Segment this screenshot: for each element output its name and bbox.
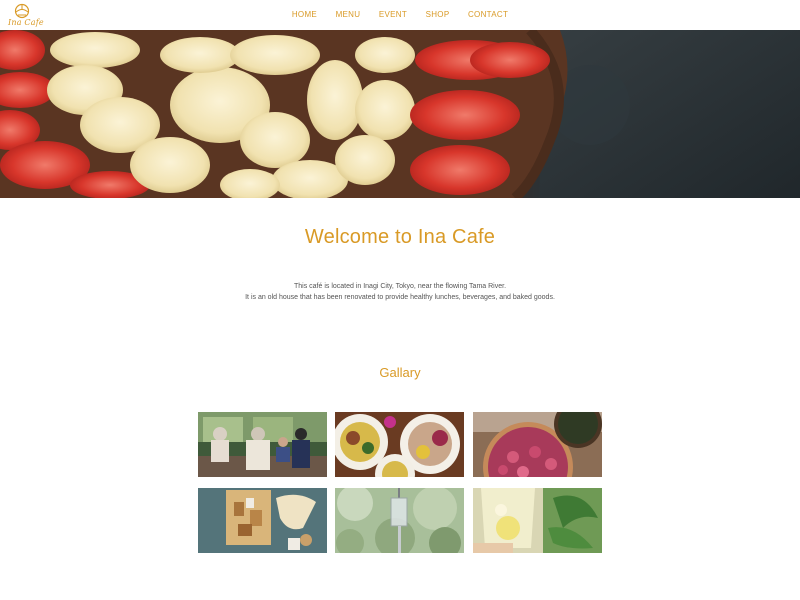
site-header: Ina Cafe HOME MENU EVENT SHOP CONTACT [0,0,800,30]
gallery-photo-1[interactable] [198,412,327,477]
gallery-photo-6[interactable] [473,488,602,553]
intro-text: This café is located in Inagi City, Toky… [0,281,800,303]
nav-shop[interactable]: SHOP [426,10,450,19]
gallery-photo-4[interactable] [198,488,327,553]
nav-home[interactable]: HOME [292,10,317,19]
hero-image [0,30,800,198]
gallery-photo-2[interactable] [335,412,464,477]
gallery-heading: Gallary [379,365,421,380]
intro-line-1: This café is located in Inagi City, Toky… [293,283,507,290]
curry-plates-photo-icon [335,412,464,477]
pink-tart-photo-icon [473,412,602,477]
intro-line-2: It is an old house that has been renovat… [245,294,555,301]
baked-goods-photo-icon [198,488,327,553]
tart-photo-icon [0,30,800,198]
lemon-drink-photo-icon [473,488,602,553]
lantern-garden-photo-icon [335,488,464,553]
nav-contact[interactable]: CONTACT [468,10,508,19]
people-at-table-photo-icon [198,412,327,477]
nav-event[interactable]: EVENT [379,10,407,19]
nav-menu[interactable]: MENU [336,10,361,19]
gallery-photo-3[interactable] [473,412,602,477]
main-nav: HOME MENU EVENT SHOP CONTACT [0,10,800,19]
logo-text: Ina Cafe [8,18,44,27]
welcome-heading: Welcome to Ina Cafe [304,226,496,248]
gallery-photo-5[interactable] [335,488,464,553]
